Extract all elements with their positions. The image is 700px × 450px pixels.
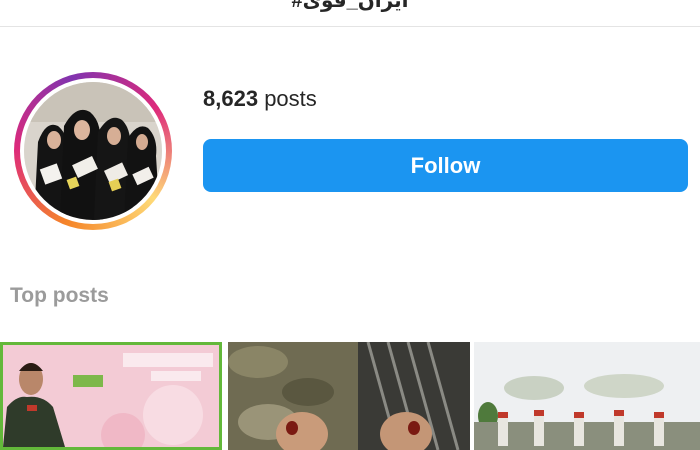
avatar	[24, 82, 162, 220]
avatar-image	[24, 82, 162, 220]
top-post-tile-1[interactable]	[0, 342, 222, 450]
top-bar: #ایران_قوی	[0, 0, 700, 27]
follow-button[interactable]: Follow	[203, 139, 688, 192]
top-posts-title: Top posts	[10, 284, 109, 307]
top-post-image-3	[474, 342, 700, 450]
posts-count-label: posts	[264, 86, 317, 111]
hashtag-title: #ایران_قوی	[291, 0, 409, 12]
top-post-image-1	[3, 345, 219, 447]
posts-count-value: 8,623	[203, 86, 259, 111]
top-post-tile-2[interactable]	[228, 342, 470, 450]
profile-avatar-ring[interactable]	[14, 72, 172, 230]
posts-count: 8,623 posts	[203, 86, 317, 112]
top-post-image-2	[228, 342, 470, 450]
top-post-tile-3[interactable]	[474, 342, 700, 450]
